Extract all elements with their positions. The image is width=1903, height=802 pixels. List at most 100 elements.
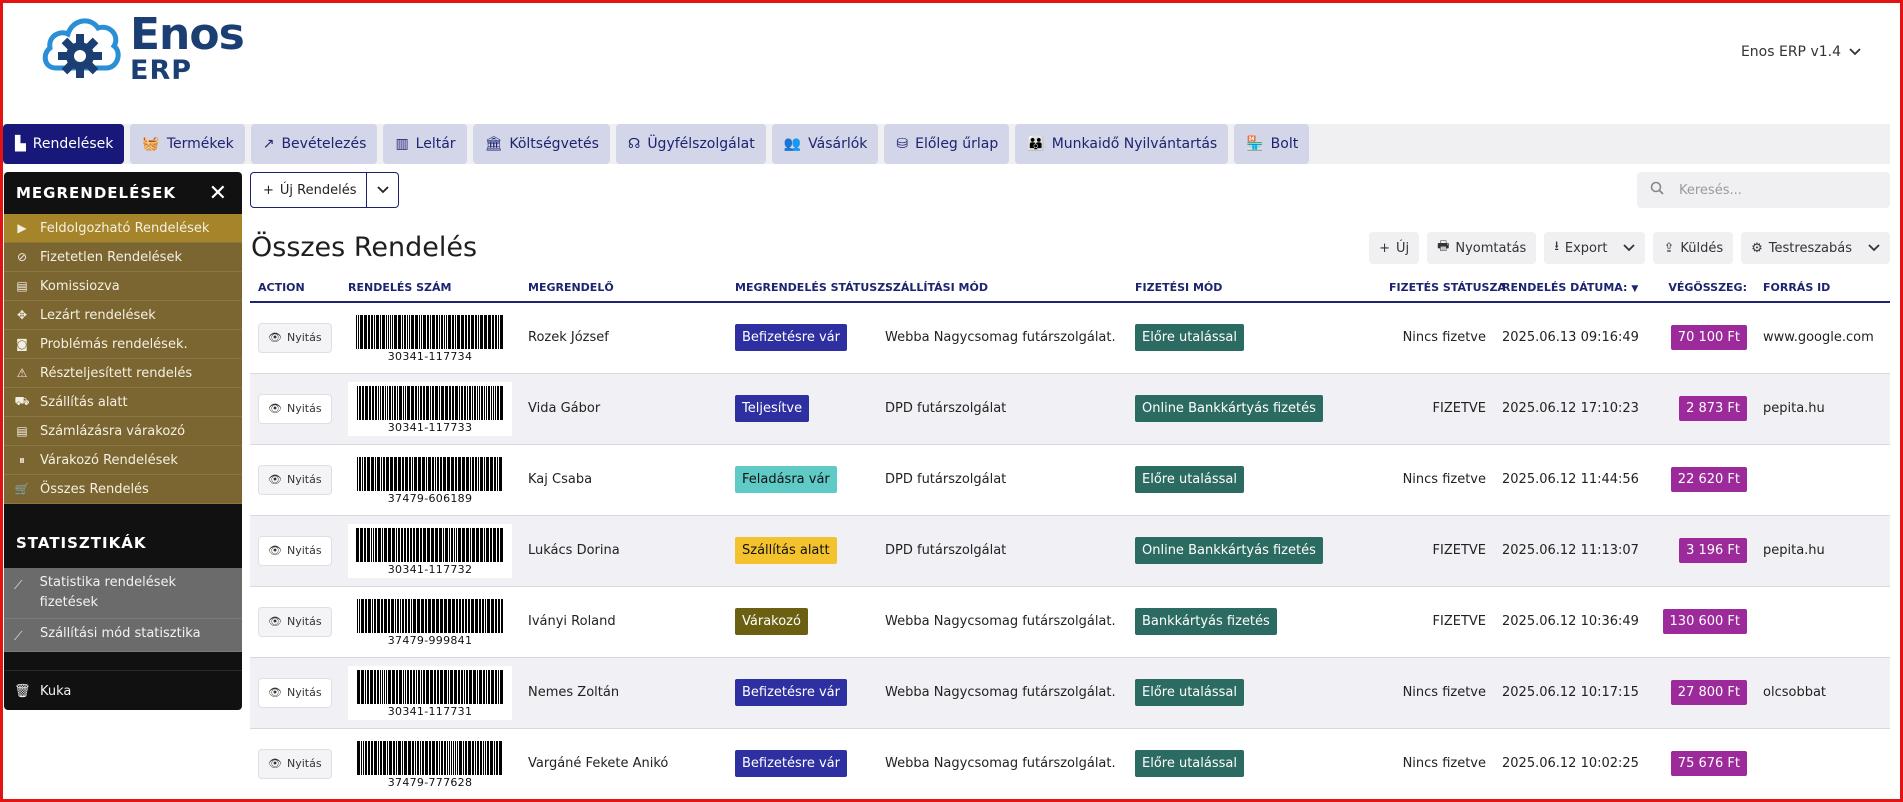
barcode-bar — [363, 740, 364, 775]
new-order-button[interactable]: + Új Rendelés — [251, 173, 366, 207]
export-button[interactable]: ⭳ Export — [1544, 232, 1646, 264]
col-order-date[interactable]: RENDELÉS DÁTUMA: ▼ — [1494, 274, 1647, 303]
barcode-bar — [357, 456, 358, 491]
print-button[interactable]: 🖶 Nyomtatás — [1427, 232, 1537, 264]
tab-3[interactable]: ▥ Leltár — [383, 124, 467, 164]
col-action[interactable]: ACTION — [250, 274, 340, 303]
sidebar-item-6[interactable]: ⛟ Szállítás alatt — [4, 388, 242, 417]
barcode-bar — [441, 314, 443, 349]
open-button[interactable]: 👁 Nyitás — [258, 393, 332, 424]
col-source[interactable]: FORRÁS ID — [1755, 274, 1890, 303]
total-badge: 2 873 Ft — [1679, 396, 1747, 421]
tab-1[interactable]: 🧺 Termékek — [130, 124, 245, 164]
sidebar-item-trash[interactable]: 🗑 Kuka — [4, 670, 242, 704]
tab-8[interactable]: 👪 Munkaidő Nyilvántartás — [1015, 124, 1229, 164]
col-payment-status[interactable]: FIZETÉS STÁTUSZA — [1381, 274, 1506, 303]
table-row[interactable]: 👁 Nyitás 37479-999841 Iványi Roland Várak… — [250, 586, 1890, 657]
new-order-dropdown-toggle[interactable] — [366, 173, 398, 207]
order-barcode[interactable]: 37479-606189 — [348, 452, 512, 507]
col-payment-method[interactable]: FIZETÉSI MÓD — [1127, 274, 1381, 303]
col-customer[interactable]: MEGRENDELŐ — [520, 274, 727, 303]
table-row[interactable]: 👁 Nyitás 30341-117734 Rozek József Befize… — [250, 302, 1890, 373]
order-barcode[interactable]: 30341-117732 — [348, 523, 512, 578]
tab-label: Leltár — [415, 136, 456, 152]
barcode-bar — [414, 456, 417, 491]
sidebar-item-4[interactable]: ◙ Problémás rendelések. — [4, 330, 242, 359]
new-button[interactable]: + Új — [1369, 232, 1420, 264]
version-dropdown[interactable]: Enos ERP v1.4 — [1741, 44, 1861, 60]
tab-0[interactable]: ▙ Rendelések — [3, 124, 125, 164]
table-row[interactable]: 👁 Nyitás 37479-777628 Vargáné Fekete Anik… — [250, 728, 1890, 799]
open-button[interactable]: 👁 Nyitás — [258, 677, 332, 708]
sidebar-item-5[interactable]: ⚠ Részteljesített rendelés — [4, 359, 242, 388]
barcode-bar — [443, 527, 444, 562]
cell-action: 👁 Nyitás — [250, 302, 340, 373]
barcode-bar — [500, 527, 503, 562]
open-button[interactable]: 👁 Nyitás — [258, 322, 332, 353]
barcode-bar — [494, 740, 495, 775]
sidebar-item-7[interactable]: ▤ Számlázásra várakozó — [4, 417, 242, 446]
barcode-bar — [416, 598, 420, 633]
barcode-bar — [444, 314, 445, 349]
tab-9[interactable]: 🏪 Bolt — [1234, 124, 1310, 164]
barcode-bars — [356, 669, 504, 704]
open-button[interactable]: 👁 Nyitás — [258, 606, 332, 637]
sidebar-item-3[interactable]: ✥ Lezárt rendelések — [4, 301, 242, 330]
tab-4[interactable]: 🏛 Költségvetés — [472, 124, 610, 164]
barcode-bar — [475, 456, 477, 491]
col-shipping[interactable]: SZÁLLÍTÁSI MÓD — [877, 274, 1127, 303]
cell-action: 👁 Nyitás — [250, 444, 340, 515]
customize-button[interactable]: ⚙ Testreszabás — [1741, 232, 1890, 264]
logo-subtitle: ERP — [130, 54, 193, 86]
barcode-bar — [451, 740, 452, 775]
table-row[interactable]: 👁 Nyitás 30341-117733 Vida Gábor Teljesít… — [250, 373, 1890, 444]
chart-line-icon: ⟋ — [14, 578, 23, 592]
barcode-bar — [427, 314, 429, 349]
trash-icon: 🗑 — [14, 684, 31, 699]
barcode-bar — [431, 598, 435, 633]
col-order-status[interactable]: MEGRENDELÉS STÁTUSZ: — [727, 274, 890, 303]
sidebar-item-1[interactable]: ⊘ Fizetetlen Rendelések — [4, 243, 242, 272]
open-button[interactable]: 👁 Nyitás — [258, 748, 332, 779]
barcode-bar — [448, 314, 451, 349]
col-total[interactable]: VÉGÖSSZEG: — [1647, 274, 1755, 303]
open-button[interactable]: 👁 Nyitás — [258, 535, 332, 566]
barcode-bar — [404, 598, 407, 633]
barcode-bar — [471, 314, 474, 349]
order-barcode[interactable]: 30341-117731 — [348, 665, 512, 720]
open-button[interactable]: 👁 Nyitás — [258, 464, 332, 495]
order-barcode[interactable]: 30341-117734 — [348, 310, 512, 365]
table-row[interactable]: 👁 Nyitás 30341-117732 Lukács Dorina Száll… — [250, 515, 1890, 586]
sidebar-item-0[interactable]: ▶ Feldolgozható Rendelések — [4, 214, 242, 243]
sidebar-item-8[interactable]: ⏸ Várakozó Rendelések — [4, 446, 242, 475]
barcode-bar — [404, 669, 406, 704]
close-icon[interactable]: ✕ — [209, 181, 228, 206]
tab-6[interactable]: 👥 Vásárlók — [771, 124, 879, 164]
sidebar-item-label: Fizetetlen Rendelések — [40, 249, 182, 265]
customize-label: Testreszabás — [1768, 240, 1852, 256]
tab-7[interactable]: ⛁ Előleg űrlap — [884, 124, 1010, 164]
sidebar-stat-0[interactable]: ⟋ Statistika rendelések fizetések — [4, 568, 242, 619]
order-barcode[interactable]: 37479-999841 — [348, 594, 512, 649]
barcode-bars — [356, 314, 504, 349]
table-row[interactable]: 👁 Nyitás 30341-117731 Nemes Zoltán Befize… — [250, 657, 1890, 728]
chevron-down-icon — [1849, 48, 1861, 56]
sidebar-stat-1[interactable]: ⟋ Szállítási mód statisztika — [4, 619, 242, 652]
sidebar-item-2[interactable]: ▤ Komissiozva — [4, 272, 242, 301]
tab-5[interactable]: ☊ Ügyfélszolgálat — [615, 124, 766, 164]
barcode-bar — [364, 527, 366, 562]
col-order-number[interactable]: RENDELÉS SZÁM — [340, 274, 520, 303]
table-row[interactable]: 👁 Nyitás 37479-606189 Kaj Csaba Feladásra… — [250, 444, 1890, 515]
cell-order-status: Feladásra vár — [727, 444, 877, 515]
order-barcode[interactable]: 30341-117733 — [348, 381, 512, 436]
search-input[interactable] — [1677, 181, 1877, 199]
send-button[interactable]: ⇪ Küldés — [1653, 232, 1734, 264]
order-barcode[interactable]: 37479-777628 — [348, 736, 512, 791]
barcode-bar — [494, 598, 497, 633]
sidebar-item-9[interactable]: 🛒 Összes Rendelés — [4, 475, 242, 504]
barcode-bar — [394, 314, 397, 349]
cell-source: olcsobbat — [1763, 685, 1827, 700]
app-logo[interactable]: Enos ERP — [40, 10, 245, 86]
tab-2[interactable]: ↗ Bevételezés — [250, 124, 378, 164]
barcode-bar — [409, 456, 411, 491]
